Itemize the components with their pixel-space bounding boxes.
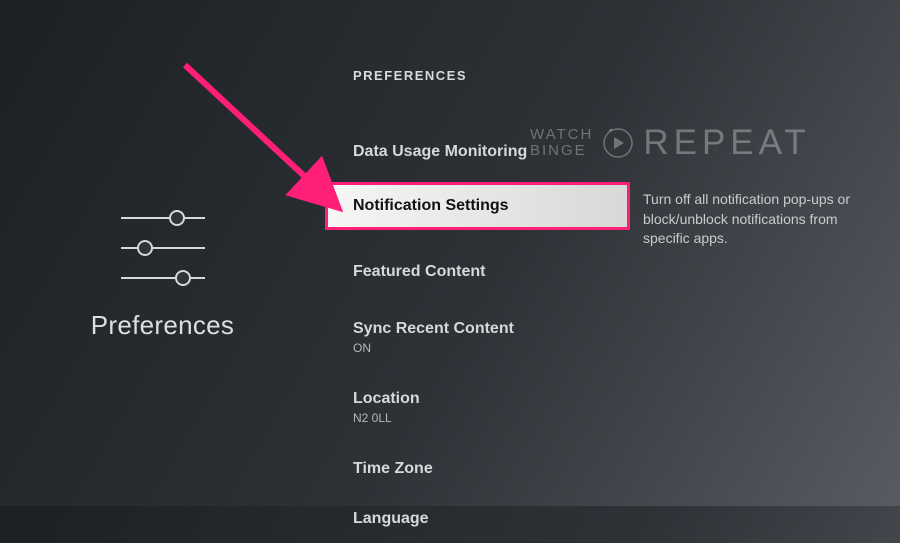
menu-item-label: Time Zone bbox=[353, 460, 433, 477]
menu-item-sublabel: N2 0LL bbox=[353, 411, 602, 425]
menu-item-location[interactable]: Location N2 0LL bbox=[325, 375, 630, 440]
menu-item-data-usage-monitoring[interactable]: Data Usage Monitoring bbox=[325, 128, 630, 176]
sliders-icon bbox=[113, 206, 213, 290]
menu-item-notification-settings[interactable]: Notification Settings bbox=[325, 182, 630, 230]
menu-item-label: Data Usage Monitoring bbox=[353, 143, 527, 160]
watermark-word: REPEAT bbox=[643, 123, 810, 163]
menu-item-label: Location bbox=[353, 390, 420, 407]
menu-item-label: Notification Settings bbox=[353, 197, 509, 214]
section-header: PREFERENCES bbox=[353, 68, 467, 83]
menu-item-label: Featured Content bbox=[353, 263, 485, 280]
menu-item-featured-content[interactable]: Featured Content bbox=[325, 248, 630, 296]
menu-item-language[interactable]: Language bbox=[325, 495, 630, 543]
menu-item-label: Language bbox=[353, 510, 429, 527]
menu-item-sync-recent-content[interactable]: Sync Recent Content ON bbox=[325, 305, 630, 370]
description-text: Turn off all notification pop-ups or blo… bbox=[643, 190, 875, 249]
menu-item-sublabel: ON bbox=[353, 341, 602, 355]
left-panel-title: Preferences bbox=[91, 310, 234, 341]
menu-item-time-zone[interactable]: Time Zone bbox=[325, 445, 630, 493]
left-panel: Preferences bbox=[0, 0, 325, 506]
menu-item-label: Sync Recent Content bbox=[353, 320, 514, 337]
preferences-menu: PREFERENCES Data Usage Monitoring Notifi… bbox=[325, 0, 630, 506]
